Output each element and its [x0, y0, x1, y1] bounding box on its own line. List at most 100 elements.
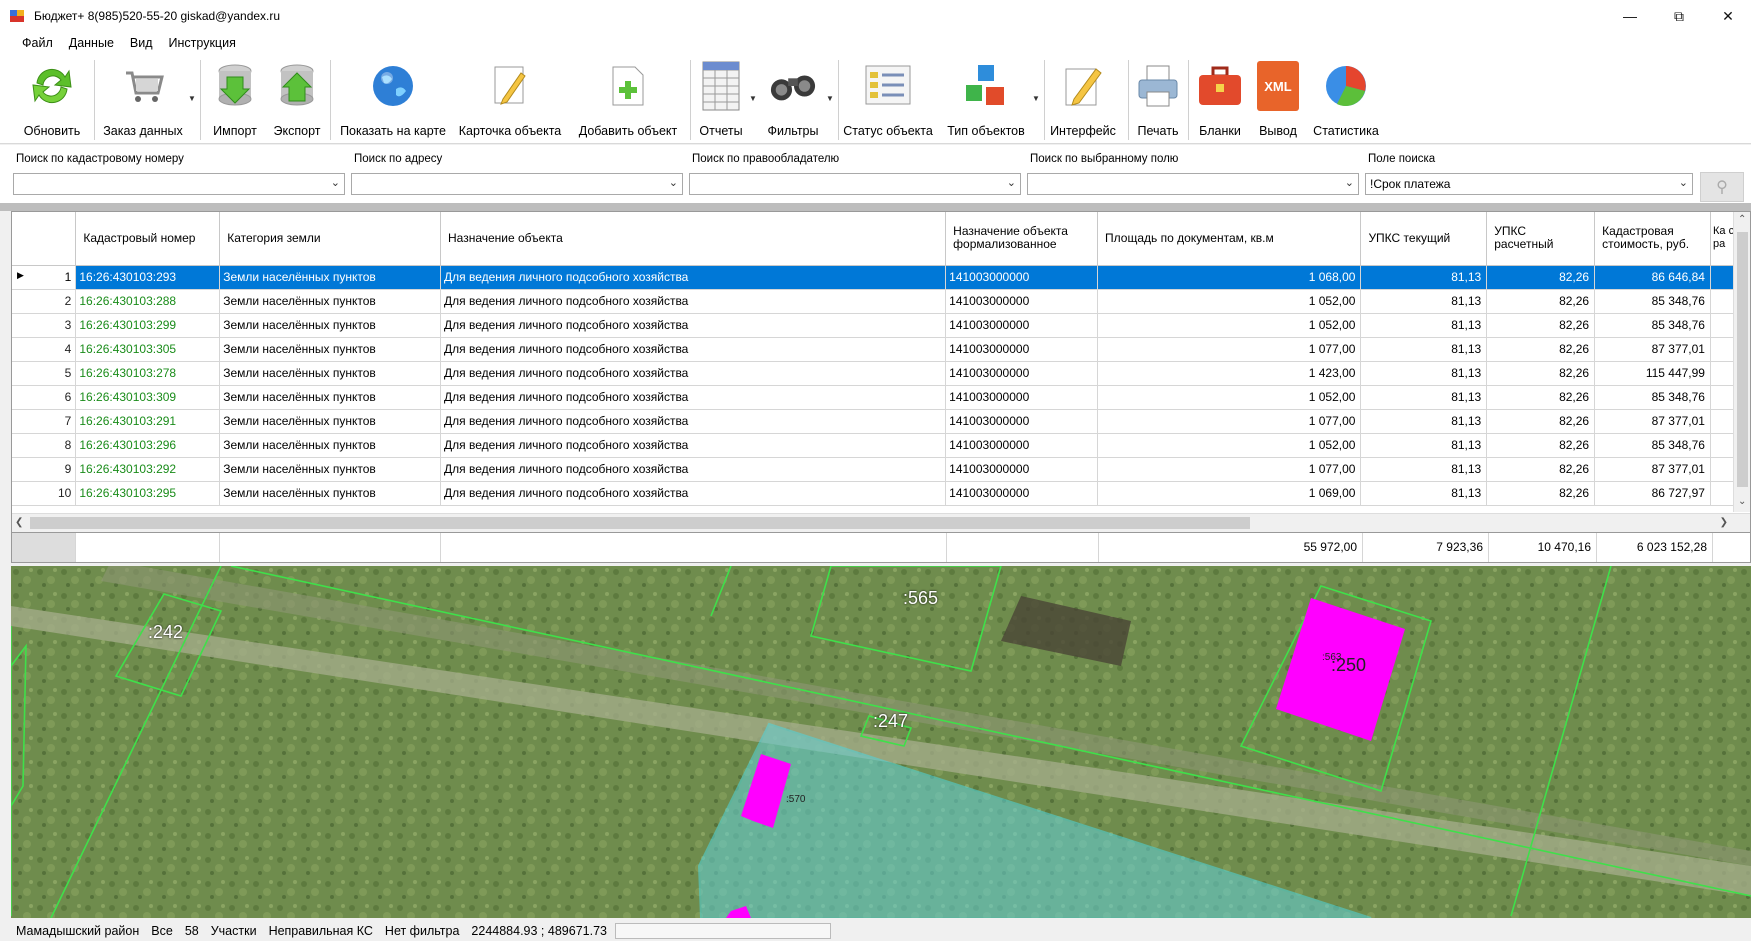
table-row[interactable]: 9 16:26:430103:292 Земли населённых пункто… — [12, 457, 1750, 482]
cell-upks_calc[interactable]: 82,26 — [1486, 313, 1596, 338]
cell-kad[interactable]: 16:26:430103:291 — [75, 409, 221, 434]
cell-area[interactable]: 1 077,00 — [1097, 337, 1362, 362]
menu-view[interactable]: Вид — [122, 36, 161, 50]
cell-cat[interactable]: Земли населённых пунктов — [219, 337, 441, 362]
search-owner-combo[interactable]: ⌄ — [689, 173, 1021, 195]
cell-purpose[interactable]: Для ведения личного подсобного хозяйства — [440, 361, 947, 386]
cell-kad[interactable]: 16:26:430103:288 — [75, 289, 221, 314]
cell-cost[interactable]: 85 348,76 — [1594, 433, 1711, 458]
cell-cost[interactable]: 85 348,76 — [1594, 313, 1711, 338]
cell-upks_calc[interactable]: 82,26 — [1486, 409, 1596, 434]
table-row[interactable]: 6 16:26:430103:309 Земли населённых пункто… — [12, 385, 1750, 410]
cell-cost[interactable]: 87 377,01 — [1594, 457, 1711, 482]
cell-upks[interactable]: 81,13 — [1360, 313, 1488, 338]
cell-kad[interactable]: 16:26:430103:278 — [75, 361, 221, 386]
cell-cost[interactable]: 86 646,84 — [1594, 265, 1711, 290]
row-header[interactable]: 10 — [12, 481, 77, 506]
cell-cost[interactable]: 85 348,76 — [1594, 385, 1711, 410]
table-row[interactable]: 4 16:26:430103:305 Земли населённых пункто… — [12, 337, 1750, 362]
table-row[interactable]: 3 16:26:430103:299 Земли населённых пункто… — [12, 313, 1750, 338]
vertical-scrollbar[interactable]: ⌃ ⌄ — [1733, 212, 1750, 512]
row-header[interactable]: 8 — [12, 433, 77, 458]
table-row[interactable]: 5 16:26:430103:278 Земли населённых пункто… — [12, 361, 1750, 386]
cell-kad[interactable]: 16:26:430103:299 — [75, 313, 221, 338]
cell-purpose[interactable]: Для ведения личного подсобного хозяйства — [440, 481, 947, 506]
cell-area[interactable]: 1 052,00 — [1097, 313, 1362, 338]
cell-kad[interactable]: 16:26:430103:293 — [75, 265, 221, 290]
cell-purpose[interactable]: Для ведения личного подсобного хозяйства — [440, 457, 947, 482]
cell-upks_calc[interactable]: 82,26 — [1486, 433, 1596, 458]
print-button[interactable]: Печать — [1130, 54, 1186, 144]
cell-area[interactable]: 1 423,00 — [1097, 361, 1362, 386]
cell-cat[interactable]: Земли населённых пунктов — [219, 457, 441, 482]
cell-cat[interactable]: Земли населённых пунктов — [219, 265, 441, 290]
column-header[interactable]: Назначение объекта — [440, 212, 947, 266]
minimize-button[interactable]: — — [1607, 0, 1653, 32]
search-button[interactable]: ⚲ — [1700, 172, 1744, 202]
chevron-down-icon[interactable]: ▼ — [826, 94, 834, 103]
row-header[interactable]: 3 — [12, 313, 77, 338]
object-card-button[interactable]: Карточка объекта — [454, 54, 566, 144]
cell-upks[interactable]: 81,13 — [1360, 457, 1488, 482]
menu-instructions[interactable]: Инструкция — [161, 36, 244, 50]
map-canvas[interactable] — [11, 566, 1751, 918]
restore-button[interactable]: ⧉ — [1656, 0, 1702, 32]
search-field-select[interactable]: !Срок платежа ⌄ — [1365, 173, 1693, 195]
order-data-button[interactable]: Заказ данных — [100, 54, 186, 144]
scroll-down-icon[interactable]: ⌄ — [1738, 496, 1746, 507]
cell-upks_calc[interactable]: 82,26 — [1486, 385, 1596, 410]
cell-upks[interactable]: 81,13 — [1360, 337, 1488, 362]
object-status-button[interactable]: Статус объекта — [842, 54, 934, 144]
cell-purpose[interactable]: Для ведения личного подсобного хозяйства — [440, 265, 947, 290]
scroll-right-icon[interactable]: ❯ — [1720, 517, 1728, 528]
cell-formal[interactable]: 141003000000 — [945, 289, 1099, 314]
cell-formal[interactable]: 141003000000 — [945, 409, 1099, 434]
horizontal-scrollbar[interactable]: ❮ ❯ — [12, 513, 1750, 532]
cell-formal[interactable]: 141003000000 — [945, 361, 1099, 386]
cell-kad[interactable]: 16:26:430103:296 — [75, 433, 221, 458]
menu-data[interactable]: Данные — [61, 36, 122, 50]
map-view[interactable]: :242 :565 :247 :250 :563 :570 — [11, 566, 1751, 918]
cell-upks[interactable]: 81,13 — [1360, 433, 1488, 458]
cell-cat[interactable]: Земли населённых пунктов — [219, 433, 441, 458]
cell-upks[interactable]: 81,13 — [1360, 361, 1488, 386]
cell-formal[interactable]: 141003000000 — [945, 337, 1099, 362]
filters-button[interactable]: Фильтры — [758, 54, 828, 144]
cell-area[interactable]: 1 052,00 — [1097, 289, 1362, 314]
cell-formal[interactable]: 141003000000 — [945, 433, 1099, 458]
close-button[interactable]: ✕ — [1705, 0, 1751, 32]
column-header[interactable]: Кадастровый номер — [75, 212, 221, 266]
show-on-map-button[interactable]: Показать на карте — [336, 54, 450, 144]
scroll-up-icon[interactable]: ⌃ — [1738, 214, 1746, 225]
cell-upks_calc[interactable]: 82,26 — [1486, 289, 1596, 314]
cell-upks_calc[interactable]: 82,26 — [1486, 361, 1596, 386]
menu-file[interactable]: Файл — [14, 36, 61, 50]
cell-formal[interactable]: 141003000000 — [945, 265, 1099, 290]
cell-area[interactable]: 1 052,00 — [1097, 433, 1362, 458]
cell-purpose[interactable]: Для ведения личного подсобного хозяйства — [440, 385, 947, 410]
cell-upks_calc[interactable]: 82,26 — [1486, 265, 1596, 290]
search-field-combo[interactable]: ⌄ — [1027, 173, 1359, 195]
row-header[interactable]: 5 — [12, 361, 77, 386]
cell-purpose[interactable]: Для ведения личного подсобного хозяйства — [440, 433, 947, 458]
cell-purpose[interactable]: Для ведения личного подсобного хозяйства — [440, 409, 947, 434]
row-header[interactable]: 9 — [12, 457, 77, 482]
cell-upks[interactable]: 81,13 — [1360, 289, 1488, 314]
cell-cat[interactable]: Земли населённых пунктов — [219, 313, 441, 338]
statistics-button[interactable]: Статистика — [1310, 54, 1382, 144]
cell-cat[interactable]: Земли населённых пунктов — [219, 385, 441, 410]
column-header[interactable]: Кадастровая стоимость, руб. — [1594, 212, 1711, 266]
cell-cost[interactable]: 87 377,01 — [1594, 409, 1711, 434]
search-cadastral-combo[interactable]: ⌄ — [13, 173, 345, 195]
cell-upks_calc[interactable]: 82,26 — [1486, 481, 1596, 506]
output-button[interactable]: XML Вывод — [1250, 54, 1306, 144]
cell-kad[interactable]: 16:26:430103:295 — [75, 481, 221, 506]
cell-area[interactable]: 1 077,00 — [1097, 409, 1362, 434]
column-header[interactable]: Назначение объекта формализованное — [945, 212, 1099, 266]
export-button[interactable]: Экспорт — [266, 54, 328, 144]
cell-area[interactable]: 1 052,00 — [1097, 385, 1362, 410]
chevron-down-icon[interactable]: ▼ — [749, 94, 757, 103]
interface-button[interactable]: Интерфейс — [1048, 54, 1118, 144]
splitter[interactable] — [0, 203, 1751, 211]
cell-area[interactable]: 1 069,00 — [1097, 481, 1362, 506]
